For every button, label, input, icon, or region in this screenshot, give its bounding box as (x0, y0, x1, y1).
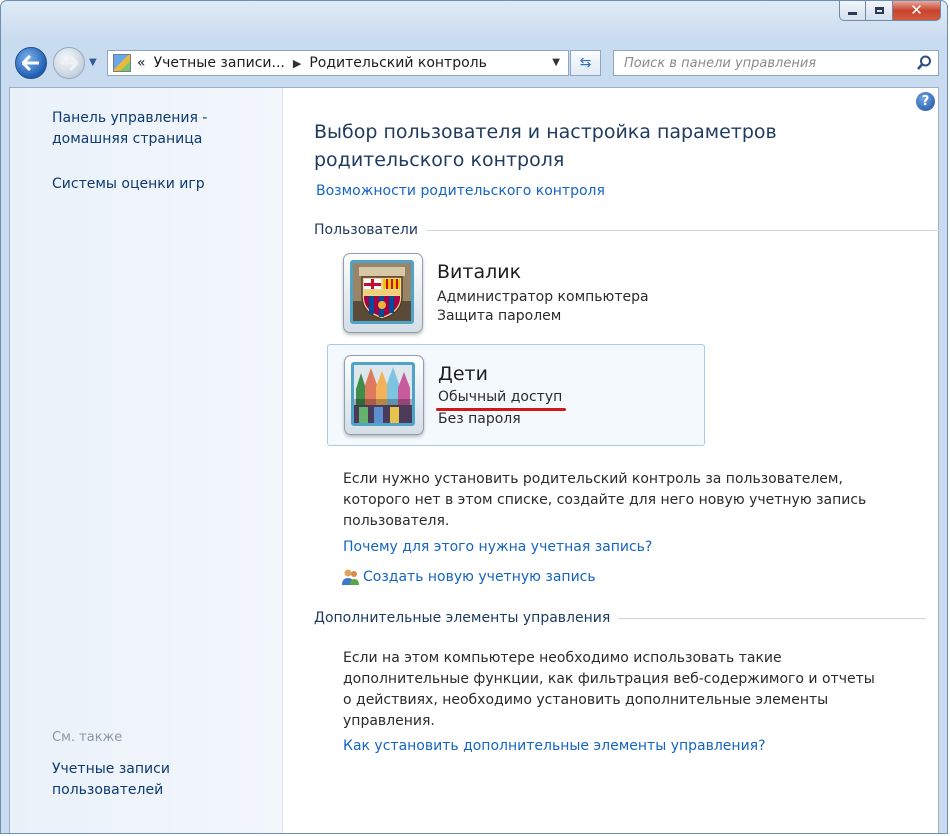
search-input[interactable]: Поиск в панели управления (613, 50, 939, 76)
control-panel-icon (113, 54, 131, 72)
extra-heading-text: Дополнительные элементы управления (314, 610, 611, 626)
sidebar-user-accounts-line2: пользователей (52, 782, 164, 798)
no-user-text-line1: Если нужно установить родительский контр… (343, 471, 843, 487)
section-divider (425, 229, 946, 231)
crayons-icon (354, 365, 412, 423)
users-section-heading: Пользователи (314, 222, 946, 238)
extra-text-line4: управления. (343, 713, 435, 729)
breadcrumb-overflow[interactable]: « (137, 55, 146, 71)
no-user-explanation: Если нужно установить родительский контр… (343, 469, 866, 532)
breadcrumb-parental-control[interactable]: Родительский контроль (309, 55, 487, 71)
forward-button[interactable] (53, 47, 85, 79)
page-title-line1: Выбор пользователя и настройка параметро… (314, 121, 777, 143)
breadcrumb-separator-icon[interactable]: ▶ (293, 57, 301, 70)
user-avatar-vitalik (350, 260, 414, 324)
extra-text-line3: о действиях, необходимо установить допол… (343, 692, 829, 708)
user-account-type: Администратор компьютера (437, 289, 649, 305)
user-avatar-children (351, 362, 415, 426)
user-tile-vitalik[interactable]: Виталик Администратор компьютера Защита … (327, 245, 705, 347)
back-arrow-icon (22, 55, 39, 71)
no-user-text-line3: пользователя. (343, 513, 450, 529)
user-password-status: Защита паролем (437, 308, 562, 324)
user-password-status: Без пароля (438, 411, 521, 427)
breadcrumb-user-accounts[interactable]: Учетные записи... (154, 55, 285, 71)
create-account-link-text: Создать новую учетную запись (363, 569, 596, 585)
page-title: Выбор пользователя и настройка параметро… (314, 118, 777, 174)
page-title-line2: родительского контроля (314, 149, 565, 171)
forward-arrow-icon (61, 55, 78, 71)
features-link[interactable]: Возможности родительского контроля (316, 183, 605, 199)
navigation-bar: ▼ « Учетные записи... ▶ Родительский кон… (1, 43, 947, 83)
back-button[interactable] (15, 47, 47, 79)
avatar-frame (343, 253, 423, 333)
address-bar[interactable]: « Учетные записи... ▶ Родительский контр… (107, 50, 569, 76)
install-extra-controls-link[interactable]: Как установить дополнительные элементы у… (343, 738, 766, 754)
user-tile-children[interactable]: Дети Обычный доступ Без пароля (327, 344, 705, 446)
content-area: Панель управления - домашняя страница Си… (9, 87, 946, 833)
users-icon (342, 569, 359, 585)
extra-text-line1: Если на этом компьютере необходимо испол… (343, 650, 782, 666)
no-user-text-line2: которого нет в этом списке, создайте для… (343, 492, 867, 508)
users-heading-text: Пользователи (314, 222, 418, 238)
refresh-button[interactable]: ⇆ (570, 50, 601, 76)
address-dropdown-icon[interactable]: ▼ (552, 57, 560, 68)
section-divider (618, 617, 927, 619)
user-account-type: Обычный доступ (438, 389, 563, 405)
refresh-icon: ⇆ (579, 55, 592, 71)
avatar-frame (344, 355, 424, 435)
search-placeholder: Поиск в панели управления (624, 55, 817, 71)
close-icon: ✕ (910, 1, 923, 19)
minimize-icon (848, 12, 857, 15)
sidebar-home-link[interactable]: Панель управления - домашняя страница (52, 108, 207, 150)
create-account-link[interactable]: Создать новую учетную запись (341, 568, 596, 586)
sidebar-home-link-line2: домашняя страница (52, 131, 203, 147)
close-button[interactable]: ✕ (893, 1, 941, 21)
sidebar: Панель управления - домашняя страница Си… (10, 88, 283, 833)
maximize-button[interactable] (866, 1, 893, 21)
minimize-button[interactable] (839, 1, 866, 21)
sidebar-game-ratings-link[interactable]: Системы оценки игр (52, 174, 205, 195)
extra-controls-explanation: Если на этом компьютере необходимо испол… (343, 648, 875, 732)
maximize-icon (874, 7, 884, 14)
football-crest-icon (353, 263, 411, 321)
history-dropdown-icon[interactable]: ▼ (89, 57, 97, 68)
user-name: Виталик (437, 261, 522, 283)
why-account-link[interactable]: Почему для этого нужна учетная запись? (343, 539, 652, 555)
extra-controls-section-heading: Дополнительные элементы управления (314, 610, 927, 626)
sidebar-home-link-line1: Панель управления - (52, 110, 208, 126)
search-icon[interactable] (916, 55, 932, 71)
sidebar-user-accounts-line1: Учетные записи (52, 761, 170, 777)
see-also-heading: См. также (52, 730, 123, 745)
sidebar-user-accounts-link[interactable]: Учетные записи пользователей (52, 759, 170, 801)
control-panel-window: ✕ ▼ « Учетные записи... ▶ Родительский к… (0, 0, 948, 834)
window-caption-buttons: ✕ (839, 1, 941, 21)
extra-text-line2: дополнительные функции, как фильтрация в… (343, 671, 875, 687)
user-name: Дети (438, 363, 488, 385)
help-icon[interactable]: ? (916, 92, 935, 111)
